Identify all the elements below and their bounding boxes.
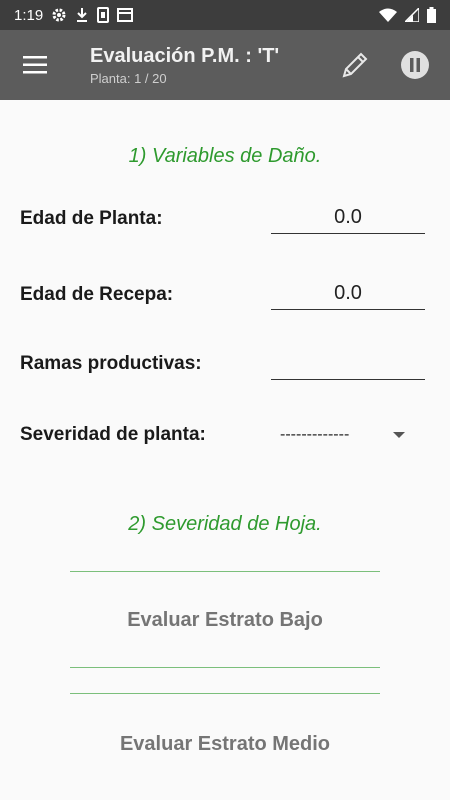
battery-icon [427, 7, 436, 23]
page-subtitle: Planta: 1 / 20 [90, 70, 167, 86]
pause-button[interactable] [385, 30, 445, 100]
evaluar-estrato-medio-button[interactable]: Evaluar Estrato Medio [70, 693, 380, 793]
pencil-icon [342, 52, 368, 78]
severidad-planta-label: Severidad de planta: [20, 424, 206, 445]
ramas-productivas-input[interactable] [271, 348, 425, 380]
pause-icon [401, 51, 429, 79]
menu-button[interactable] [0, 30, 70, 100]
download-icon [77, 8, 88, 22]
gear-icon [52, 8, 66, 22]
section-title-variables: 1) Variables de Daño. [128, 145, 322, 167]
dropdown-arrow-icon [393, 432, 405, 438]
signal-icon [405, 8, 419, 22]
menu-icon [23, 56, 47, 74]
wifi-icon [379, 8, 397, 22]
edad-planta-label: Edad de Planta: [20, 208, 163, 229]
edad-planta-input[interactable]: 0.0 [271, 202, 425, 234]
edad-recepa-input[interactable]: 0.0 [271, 278, 425, 310]
status-icons-left [51, 7, 134, 23]
calendar-icon [117, 8, 134, 22]
evaluar-estrato-bajo-button[interactable]: Evaluar Estrato Bajo [70, 571, 380, 668]
toolbar-title-block: Evaluación P.M. : 'T' Planta: 1 / 20 [70, 45, 325, 86]
status-bar: 1:19 [0, 0, 450, 30]
edit-button[interactable] [325, 30, 385, 100]
status-icons-right [379, 7, 436, 23]
section-title-hoja: 2) Severidad de Hoja. [128, 513, 322, 535]
page-title: Evaluación P.M. : 'T' [90, 44, 280, 67]
status-time: 1:19 [14, 6, 44, 24]
edad-recepa-label: Edad de Recepa: [20, 284, 174, 305]
main-content: 1) Variables de Daño. Edad de Planta: 0.… [0, 100, 450, 800]
sim-icon [97, 7, 110, 23]
severidad-selected-value: ------------- [280, 426, 350, 443]
app-toolbar: Evaluación P.M. : 'T' Planta: 1 / 20 [0, 30, 450, 100]
ramas-productivas-label: Ramas productivas: [20, 353, 202, 374]
